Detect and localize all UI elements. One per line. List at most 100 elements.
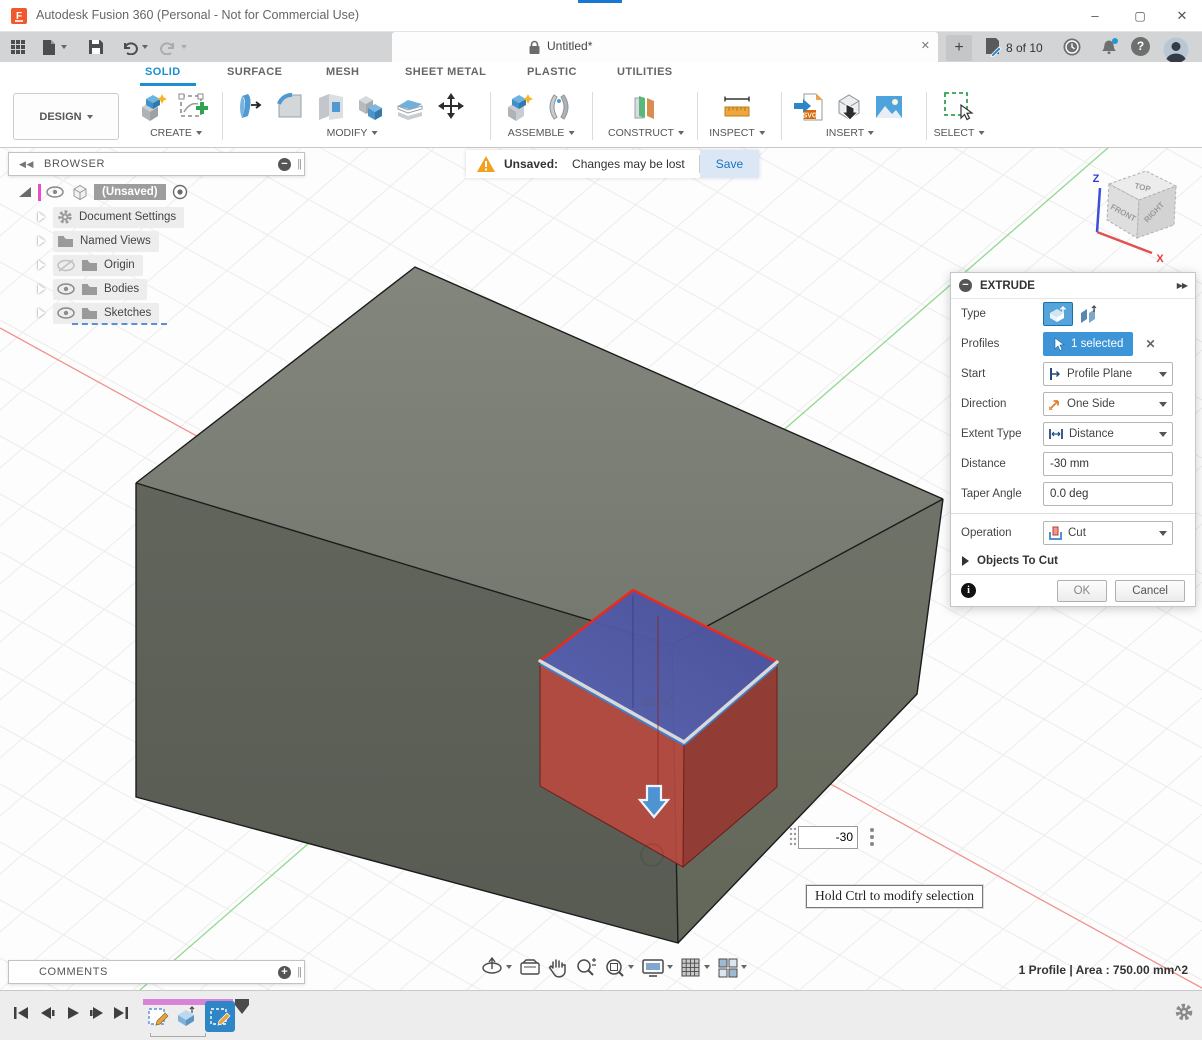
floating-dimension-input-group[interactable]	[788, 825, 874, 849]
extrude-thin-type-button[interactable]	[1073, 302, 1103, 326]
pan-tool[interactable]	[548, 957, 568, 978]
timeline-playhead-marker[interactable]	[235, 999, 251, 1017]
ok-button[interactable]: OK	[1057, 580, 1108, 602]
drag-grip-icon[interactable]	[788, 825, 798, 849]
info-icon[interactable]: i	[961, 583, 976, 598]
dialog-dock-icon[interactable]: ▶▶	[1177, 281, 1187, 290]
create-sketch-tool[interactable]	[174, 88, 212, 126]
expand-arrow-icon[interactable]	[38, 236, 45, 246]
view-cube[interactable]: TOP FRONT RIGHT Z X	[1093, 171, 1176, 265]
browser-panel-header[interactable]: ◀◀ BROWSER − ||	[8, 152, 305, 176]
display-settings-tool[interactable]	[641, 957, 673, 978]
grid-settings-tool[interactable]	[680, 957, 710, 978]
save-changes-button[interactable]: Save	[700, 150, 759, 178]
viewport[interactable]: 30.00 TOP FRONT RIGHT Z X Unsaved:	[0, 148, 1202, 990]
design-menu-button[interactable]: DESIGN	[13, 93, 119, 140]
tab-utilities[interactable]: UTILITIES	[617, 66, 673, 78]
tab-sheet-metal[interactable]: SHEET METAL	[405, 66, 486, 78]
measure-tool[interactable]	[718, 88, 756, 126]
tab-surface[interactable]: SURFACE	[227, 66, 282, 78]
group-construct[interactable]: CONSTRUCT	[608, 127, 684, 139]
close-button[interactable]: ✕	[1167, 4, 1197, 28]
viewports-tool[interactable]	[717, 957, 747, 978]
dialog-collapse-icon[interactable]: −	[959, 279, 972, 292]
clock-icon[interactable]	[1062, 37, 1082, 57]
expand-arrow-icon[interactable]	[18, 186, 32, 198]
browser-grip[interactable]: ||	[297, 158, 301, 170]
eye-icon[interactable]	[46, 186, 64, 198]
browser-item-origin[interactable]: Origin	[38, 254, 143, 276]
dimension-input[interactable]	[798, 826, 858, 849]
insert-svg-tool[interactable]: SVG	[790, 88, 828, 126]
comments-grip[interactable]: ||	[297, 966, 301, 978]
collapse-browser-icon[interactable]: ◀◀	[19, 159, 34, 170]
tab-solid[interactable]: SOLID	[145, 66, 181, 78]
redo-button[interactable]	[160, 35, 187, 59]
zoom-window-tool[interactable]	[604, 957, 634, 978]
tab-plastic[interactable]: PLASTIC	[527, 66, 577, 78]
save-button[interactable]	[88, 35, 104, 59]
direction-select[interactable]: One Side	[1043, 392, 1173, 416]
eye-slash-icon[interactable]	[57, 259, 75, 272]
activate-radio-icon[interactable]	[172, 184, 188, 200]
notification-bell-icon[interactable]	[1098, 37, 1120, 57]
undo-button[interactable]	[121, 35, 148, 59]
cancel-button[interactable]: Cancel	[1115, 580, 1185, 602]
construct-plane-tool[interactable]	[625, 88, 663, 126]
eye-icon[interactable]	[57, 307, 75, 319]
browser-root-row[interactable]: (Unsaved)	[18, 181, 188, 203]
timeline-skip-end-button[interactable]	[110, 1003, 132, 1023]
tab-mesh[interactable]: MESH	[326, 66, 359, 78]
extent-type-select[interactable]: Distance	[1043, 422, 1173, 446]
joint-tool[interactable]	[540, 88, 578, 126]
new-solid-tool[interactable]	[134, 88, 172, 126]
insert-mesh-tool[interactable]	[830, 88, 868, 126]
group-assemble[interactable]: ASSEMBLE	[508, 127, 575, 139]
extrude-dialog-header[interactable]: − EXTRUDE ▶▶	[951, 273, 1195, 299]
objects-to-cut-row[interactable]: Objects To Cut	[951, 548, 1195, 574]
browser-hide-icon[interactable]: −	[278, 158, 291, 171]
select-tool[interactable]	[940, 88, 978, 126]
extrude-solid-type-button[interactable]	[1043, 302, 1073, 326]
browser-item-bodies[interactable]: Bodies	[38, 278, 147, 300]
combine-tool[interactable]	[352, 88, 390, 126]
timeline-skip-start-button[interactable]	[10, 1003, 32, 1023]
look-at-tool[interactable]	[519, 957, 541, 977]
minimize-button[interactable]: –	[1080, 4, 1110, 28]
extrude-dialog[interactable]: − EXTRUDE ▶▶ Type Profiles 1 selected	[950, 272, 1196, 607]
new-tab-button[interactable]: +	[946, 35, 972, 61]
group-insert[interactable]: INSERT	[826, 127, 874, 139]
group-modify[interactable]: MODIFY	[327, 127, 378, 139]
app-grid-icon[interactable]	[10, 35, 26, 59]
timeline-step-forward-button[interactable]	[86, 1003, 108, 1023]
document-tab[interactable]: Untitled* ✕	[392, 32, 938, 62]
fillet-tool[interactable]	[272, 88, 310, 126]
profiles-selected-button[interactable]: 1 selected	[1043, 332, 1133, 356]
file-menu-button[interactable]	[42, 35, 67, 59]
browser-item-named-views[interactable]: Named Views	[38, 230, 159, 252]
expand-arrow-icon[interactable]	[38, 212, 45, 222]
group-create[interactable]: CREATE	[150, 127, 202, 139]
new-component-tool[interactable]	[500, 88, 538, 126]
more-options-dots-icon[interactable]	[870, 828, 874, 832]
add-comment-icon[interactable]: +	[278, 966, 291, 979]
move-tool[interactable]	[432, 88, 470, 126]
timeline-item-sketch1[interactable]	[146, 1005, 170, 1029]
help-icon[interactable]: ?	[1131, 37, 1150, 56]
operation-select[interactable]: Cut	[1043, 521, 1173, 545]
comments-panel-header[interactable]: COMMENTS + ||	[8, 960, 305, 984]
group-select[interactable]: SELECT	[934, 127, 985, 139]
press-pull-tool[interactable]	[232, 88, 270, 126]
avatar[interactable]	[1163, 37, 1189, 63]
expand-arrow-icon[interactable]	[38, 284, 45, 294]
tab-close-icon[interactable]: ✕	[921, 39, 930, 52]
group-inspect[interactable]: INSPECT	[709, 127, 765, 139]
offset-face-tool[interactable]	[392, 88, 430, 126]
maximize-button[interactable]: ▢	[1125, 4, 1155, 28]
timeline-item-extrude[interactable]	[174, 1005, 198, 1029]
canvas-tool[interactable]	[870, 88, 908, 126]
browser-item-sketches[interactable]: Sketches	[38, 302, 159, 324]
eye-icon[interactable]	[57, 283, 75, 295]
taper-angle-input[interactable]	[1043, 482, 1173, 506]
timeline-item-sketch2-selected[interactable]	[205, 1001, 235, 1032]
